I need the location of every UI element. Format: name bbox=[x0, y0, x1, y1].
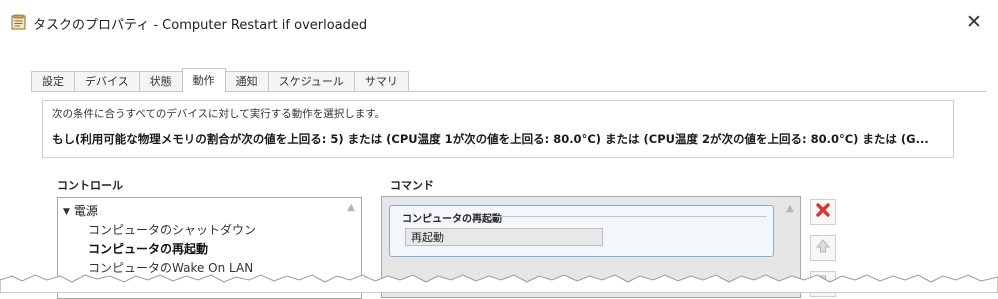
delete-command-button[interactable] bbox=[810, 199, 836, 225]
properties-icon bbox=[11, 14, 27, 30]
instruction-text: 次の条件に合うすべてのデバイスに対して実行する動作を選択します。 bbox=[52, 108, 386, 120]
tree-node-power-label: 電源 bbox=[73, 204, 98, 218]
tab-devices[interactable]: デバイス bbox=[74, 71, 140, 92]
scroll-up-icon[interactable]: ▲ bbox=[347, 202, 355, 213]
tab-actions[interactable]: 動作 bbox=[181, 68, 226, 92]
command-card-divider bbox=[490, 216, 767, 217]
tab-strip: 設定 デバイス 状態 動作 通知 スケジュール サマリ bbox=[31, 68, 409, 92]
tab-status[interactable]: 状態 bbox=[138, 71, 183, 92]
red-x-icon bbox=[815, 202, 831, 222]
arrow-up-icon bbox=[815, 238, 831, 258]
command-card-title: コンピュータの再起動 bbox=[402, 214, 502, 225]
condition-text: もし(利用可能な物理メモリの割合が次の値を上回る: 5) または (CPU温度 … bbox=[52, 132, 929, 146]
tab-summary[interactable]: サマリ bbox=[353, 71, 409, 92]
tree-item-shutdown[interactable]: コンピュータのシャットダウン bbox=[88, 221, 256, 238]
close-button[interactable]: ✕ bbox=[962, 10, 986, 34]
torn-edge bbox=[0, 274, 998, 293]
restart-command-field[interactable]: 再起動 bbox=[405, 228, 603, 246]
scroll-up-icon[interactable]: ▲ bbox=[786, 203, 794, 214]
window-title: タスクのプロパティ - Computer Restart if overload… bbox=[33, 18, 368, 33]
close-icon: ✕ bbox=[966, 11, 982, 33]
control-label: コントロール bbox=[57, 179, 123, 192]
command-label: コマンド bbox=[390, 179, 434, 192]
move-up-button[interactable] bbox=[810, 235, 836, 261]
command-card-restart[interactable]: コンピュータの再起動 再起動 bbox=[389, 205, 774, 257]
tree-item-restart[interactable]: コンピュータの再起動 bbox=[88, 240, 208, 257]
tree-node-power[interactable]: ▼ 電源 bbox=[63, 202, 98, 219]
tab-notifications[interactable]: 通知 bbox=[224, 71, 269, 92]
tab-schedule[interactable]: スケジュール bbox=[267, 71, 355, 92]
chevron-down-icon[interactable]: ▼ bbox=[63, 207, 70, 217]
condition-info-box: 次の条件に合うすべてのデバイスに対して実行する動作を選択します。 もし(利用可能… bbox=[42, 100, 954, 158]
tab-settings[interactable]: 設定 bbox=[31, 71, 75, 92]
task-properties-dialog: タスクのプロパティ - Computer Restart if overload… bbox=[0, 0, 998, 299]
tab-divider bbox=[31, 91, 986, 92]
